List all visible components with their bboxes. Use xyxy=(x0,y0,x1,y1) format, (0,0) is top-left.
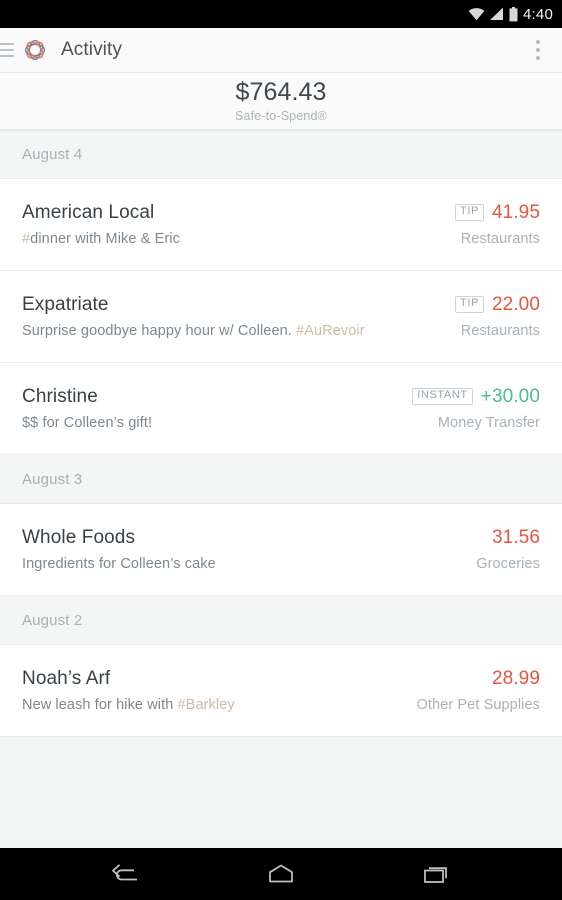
date-section-header: August 2 xyxy=(0,596,562,645)
wifi-icon xyxy=(468,8,485,21)
transaction-memo: #dinner with Mike & Eric xyxy=(22,231,180,248)
status-bar: 4:40 xyxy=(0,0,562,28)
transaction-memo: Ingredients for Colleen’s cake xyxy=(22,556,216,573)
memo-hashtag: # xyxy=(22,230,31,247)
status-bar-clock: 4:40 xyxy=(523,5,553,23)
overflow-menu-icon[interactable] xyxy=(532,36,544,64)
safe-to-spend-header[interactable]: $764.43 Safe-to-Spend® xyxy=(0,73,562,130)
transaction-row[interactable]: Noah’s Arf New leash for hike with #Barkl… xyxy=(0,645,562,737)
transaction-memo: $$ for Colleen’s gift! xyxy=(22,415,152,432)
cellular-signal-icon xyxy=(490,7,503,20)
memo-text: dinner with Mike & Eric xyxy=(30,230,180,247)
transaction-category: Other Pet Supplies xyxy=(416,696,540,713)
transaction-category: Restaurants xyxy=(460,322,540,339)
phone-screen: 4:40 Activity $764.43 Safe-to-Spend® Aug… xyxy=(0,0,562,900)
transaction-badge: TIP xyxy=(455,296,484,313)
transaction-row[interactable]: American Local #dinner with Mike & Eric TI… xyxy=(0,179,562,271)
transaction-amount: 31.56 xyxy=(491,526,540,548)
back-icon[interactable] xyxy=(103,852,147,896)
balance-label: Safe-to-Spend® xyxy=(235,109,327,124)
list-empty-area xyxy=(0,737,562,848)
transaction-memo: New leash for hike with #Barkley xyxy=(22,697,235,714)
date-label: August 3 xyxy=(22,470,83,488)
app-bar: Activity xyxy=(0,28,562,73)
hamburger-menu-icon[interactable] xyxy=(0,43,14,57)
transaction-payee: Christine xyxy=(22,385,98,407)
transaction-amount: 41.95 xyxy=(491,201,540,223)
transaction-badge: INSTANT xyxy=(412,388,473,405)
transaction-category: Restaurants xyxy=(460,230,540,247)
battery-icon xyxy=(509,6,518,21)
balance-amount: $764.43 xyxy=(235,77,327,106)
memo-hashtag: #Barkley xyxy=(177,696,235,713)
memo-text: Ingredients for Colleen’s cake xyxy=(22,555,216,572)
transaction-amount: +30.00 xyxy=(480,385,540,407)
transaction-payee: Expatriate xyxy=(22,293,109,315)
date-section-header: August 3 xyxy=(0,455,562,504)
transaction-row[interactable]: Expatriate Surprise goodbye happy hour w/… xyxy=(0,271,562,363)
memo-text: Surprise goodbye happy hour w/ Colleen. xyxy=(22,322,297,339)
simple-logo-icon xyxy=(24,39,46,61)
date-label: August 2 xyxy=(22,611,83,629)
transaction-row[interactable]: Christine $$ for Colleen’s gift! INSTANT +3… xyxy=(0,363,562,455)
date-section-header: August 4 xyxy=(0,130,562,179)
transaction-payee: Whole Foods xyxy=(22,526,136,548)
page-title: Activity xyxy=(61,39,122,60)
memo-text: $$ for Colleen’s gift! xyxy=(22,414,153,431)
transaction-amount: 22.00 xyxy=(491,293,540,315)
transaction-row[interactable]: Whole Foods Ingredients for Colleen’s cak… xyxy=(0,504,562,596)
transaction-badge: TIP xyxy=(455,204,484,221)
home-icon[interactable] xyxy=(259,852,303,896)
activity-list[interactable]: August 4 American Local #dinner with Mike … xyxy=(0,130,562,848)
recent-apps-icon[interactable] xyxy=(415,852,459,896)
transaction-category: Groceries xyxy=(476,555,540,572)
memo-text: New leash for hike with xyxy=(22,696,178,713)
android-nav-bar xyxy=(0,848,562,900)
transaction-category: Money Transfer xyxy=(437,414,540,431)
transaction-amount: 28.99 xyxy=(491,667,540,689)
memo-hashtag: #AuRevoir xyxy=(296,322,365,339)
date-label: August 4 xyxy=(22,146,83,163)
transaction-payee: Noah’s Arf xyxy=(22,667,111,689)
transaction-memo: Surprise goodbye happy hour w/ Colleen. … xyxy=(22,323,365,340)
transaction-payee: American Local xyxy=(22,201,155,223)
